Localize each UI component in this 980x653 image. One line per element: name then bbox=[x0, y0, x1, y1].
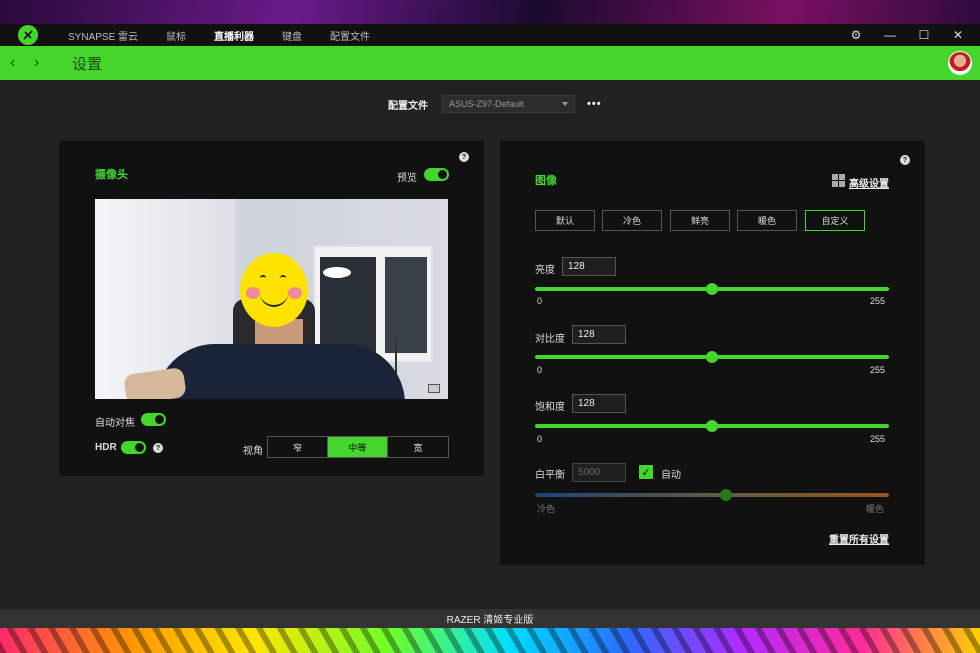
windows-logo-icon bbox=[832, 174, 845, 187]
preview-label: 预览 bbox=[397, 173, 417, 184]
white-balance-slider[interactable] bbox=[535, 489, 889, 501]
brightness-input[interactable]: 128 bbox=[562, 257, 616, 276]
white-balance-label: 白平衡 bbox=[535, 470, 565, 481]
fov-option-wide[interactable]: 宽 bbox=[388, 437, 448, 457]
saturation-min: 0 bbox=[537, 434, 543, 444]
image-panel: ? 图像 高级设置 默认 冷色 鲜亮 暖色 自定义 亮度 128 0 255 对… bbox=[500, 141, 925, 565]
profile-dropdown[interactable]: ASUS-Z97-Default bbox=[442, 95, 575, 113]
nav-item-profiles[interactable]: 配置文件 bbox=[330, 28, 370, 43]
preview-toggle[interactable] bbox=[424, 168, 449, 181]
white-balance-slider-thumb[interactable] bbox=[720, 489, 733, 501]
settings-gear-icon[interactable]: ⚙ bbox=[850, 28, 862, 42]
white-balance-auto-label: 自动 bbox=[661, 470, 681, 481]
chevron-down-icon bbox=[562, 102, 568, 106]
forward-arrow-icon[interactable]: › bbox=[34, 54, 48, 72]
fov-option-medium[interactable]: 中等 bbox=[328, 437, 388, 457]
page-title: 设置 bbox=[72, 55, 103, 73]
footer-bar: RAZER 清姬专业版 bbox=[0, 609, 980, 628]
desktop-background-bottom bbox=[0, 628, 980, 653]
fov-label: 视角 bbox=[243, 446, 263, 457]
user-avatar[interactable] bbox=[948, 51, 972, 75]
preset-custom-button[interactable]: 自定义 bbox=[805, 210, 865, 231]
fullscreen-icon[interactable] bbox=[428, 384, 440, 393]
contrast-slider[interactable] bbox=[535, 351, 889, 363]
hdr-help-icon[interactable]: ? bbox=[153, 443, 163, 453]
more-options-icon[interactable]: ••• bbox=[587, 98, 602, 110]
image-panel-title: 图像 bbox=[535, 175, 557, 187]
autofocus-label: 自动对焦 bbox=[95, 418, 135, 429]
contrast-input[interactable]: 128 bbox=[572, 325, 626, 344]
saturation-label: 饱和度 bbox=[535, 402, 565, 413]
top-nav-bar: SYNAPSE 雷云 鼠标 直播利器 键盘 配置文件 ⚙ — ☐ ✕ bbox=[0, 24, 980, 46]
nav-item-streaming[interactable]: 直播利器 bbox=[214, 28, 254, 43]
hdr-label: HDR bbox=[95, 442, 117, 453]
brightness-max: 255 bbox=[870, 296, 886, 306]
hdr-toggle[interactable] bbox=[121, 441, 146, 454]
nav-item-synapse[interactable]: SYNAPSE 雷云 bbox=[68, 28, 138, 43]
nav-item-keyboard[interactable]: 键盘 bbox=[282, 28, 302, 43]
desktop-background-top bbox=[0, 0, 980, 24]
image-help-icon[interactable]: ? bbox=[900, 155, 910, 165]
fov-option-narrow[interactable]: 窄 bbox=[268, 437, 328, 457]
camera-panel: ? 摄像头 预览 自动对焦 HDR ? 视角 窄 中等 宽 bbox=[59, 141, 484, 476]
camera-panel-title: 摄像头 bbox=[95, 169, 128, 181]
preset-warm-button[interactable]: 暖色 bbox=[737, 210, 797, 231]
brightness-min: 0 bbox=[537, 296, 543, 306]
reset-all-settings-link[interactable]: 重置所有设置 bbox=[829, 531, 889, 546]
brightness-label: 亮度 bbox=[535, 265, 555, 276]
contrast-max: 255 bbox=[870, 365, 886, 375]
profile-row: 配置文件 ASUS-Z97-Default ••• bbox=[388, 95, 602, 113]
contrast-label: 对比度 bbox=[535, 334, 565, 345]
window-controls: ⚙ — ☐ ✕ bbox=[850, 24, 964, 46]
app-window: SYNAPSE 雷云 鼠标 直播利器 键盘 配置文件 ⚙ — ☐ ✕ ‹ › 设… bbox=[0, 24, 980, 628]
brightness-slider[interactable] bbox=[535, 283, 889, 295]
profile-label: 配置文件 bbox=[388, 100, 428, 112]
saturation-slider-thumb[interactable] bbox=[706, 420, 718, 432]
white-balance-max-label: 暖色 bbox=[866, 504, 885, 514]
maximize-icon[interactable]: ☐ bbox=[918, 28, 930, 42]
minimize-icon[interactable]: — bbox=[884, 28, 896, 42]
camera-preview bbox=[95, 199, 448, 399]
razer-logo-icon[interactable] bbox=[18, 25, 38, 45]
back-arrow-icon[interactable]: ‹ bbox=[10, 54, 24, 72]
autofocus-toggle[interactable] bbox=[141, 413, 166, 426]
fov-selector: 窄 中等 宽 bbox=[267, 436, 449, 458]
saturation-max: 255 bbox=[870, 434, 886, 444]
brightness-slider-thumb[interactable] bbox=[706, 283, 718, 295]
advanced-settings-link[interactable]: 高级设置 bbox=[849, 175, 889, 190]
contrast-slider-thumb[interactable] bbox=[706, 351, 718, 363]
white-balance-auto-checkbox[interactable]: ✓ bbox=[639, 465, 653, 479]
white-balance-min-label: 冷色 bbox=[537, 504, 556, 514]
nav-item-mouse[interactable]: 鼠标 bbox=[166, 28, 186, 43]
close-icon[interactable]: ✕ bbox=[952, 28, 964, 42]
page-header: ‹ › 设置 bbox=[0, 46, 980, 80]
profile-dropdown-value: ASUS-Z97-Default bbox=[449, 99, 524, 109]
saturation-slider[interactable] bbox=[535, 420, 889, 432]
preset-default-button[interactable]: 默认 bbox=[535, 210, 595, 231]
camera-help-icon[interactable]: ? bbox=[459, 152, 469, 162]
preset-vivid-button[interactable]: 鲜亮 bbox=[670, 210, 730, 231]
saturation-input[interactable]: 128 bbox=[572, 394, 626, 413]
contrast-min: 0 bbox=[537, 365, 543, 375]
preset-cool-button[interactable]: 冷色 bbox=[602, 210, 662, 231]
white-balance-input[interactable]: 5000 bbox=[572, 463, 626, 482]
smiley-face-icon bbox=[240, 253, 308, 327]
